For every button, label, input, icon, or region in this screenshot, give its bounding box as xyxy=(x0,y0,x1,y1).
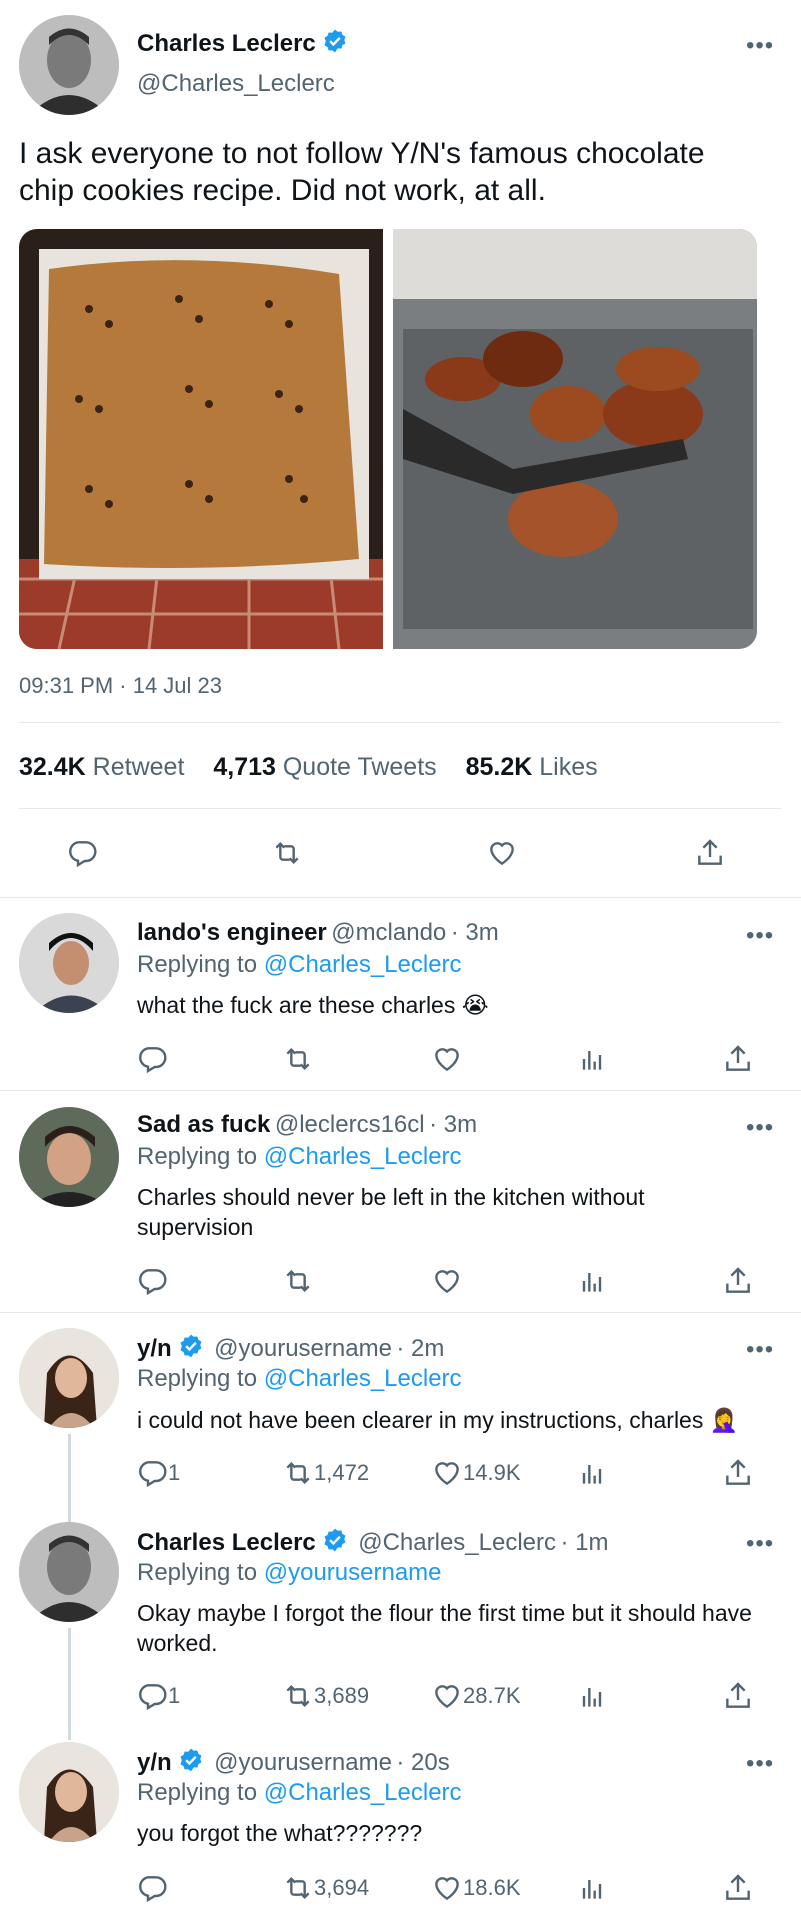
reply-avatar[interactable] xyxy=(19,913,119,1013)
reply-time[interactable]: · 2m xyxy=(396,1335,444,1362)
heart-icon[interactable]: 18.6K xyxy=(431,1872,521,1904)
replying-to: Replying to @Charles_Leclerc xyxy=(137,1779,462,1806)
retweet-icon[interactable] xyxy=(282,1265,314,1297)
reply-text: i could not have been clearer in my inst… xyxy=(137,1407,739,1433)
share-icon[interactable] xyxy=(722,1680,754,1712)
divider xyxy=(0,897,801,898)
reply-time[interactable]: · 20s xyxy=(396,1749,449,1776)
heart-icon[interactable]: 28.7K xyxy=(431,1680,521,1712)
retweet-icon[interactable]: 3,689 xyxy=(282,1680,369,1712)
burnt-cookies-photo[interactable] xyxy=(393,229,757,649)
reply-header: Sad as fuck @leclercs16cl · 3m xyxy=(137,1111,477,1139)
reply-time[interactable]: · 3m xyxy=(451,919,499,946)
more-icon[interactable]: ••• xyxy=(746,1338,774,1362)
share-icon[interactable] xyxy=(722,1043,754,1075)
retweet-icon[interactable] xyxy=(271,837,303,869)
analytics-icon[interactable] xyxy=(576,1457,608,1489)
reply-name[interactable]: Charles Leclerc xyxy=(137,1529,316,1556)
tweet-timestamp[interactable]: 09:31 PM · 14 Jul 23 xyxy=(19,673,222,699)
retweet-icon[interactable]: 3,694 xyxy=(282,1872,369,1904)
share-icon[interactable] xyxy=(722,1265,754,1297)
retweets-stat[interactable]: 32.4K Retweet xyxy=(19,753,184,781)
reply-name[interactable]: Sad as fuck xyxy=(137,1111,270,1138)
reply-avatar[interactable] xyxy=(19,1107,119,1207)
verified-badge-icon xyxy=(178,1333,204,1364)
reply-handle[interactable]: @yourusername xyxy=(214,1335,392,1362)
verified-badge-icon xyxy=(322,1527,348,1558)
reply-text: Okay maybe I forgot the flour the first … xyxy=(137,1600,752,1656)
reply-avatar[interactable] xyxy=(19,1742,119,1842)
reply-icon[interactable]: 1 xyxy=(136,1457,180,1489)
replying-to: Replying to @yourusername xyxy=(137,1559,442,1586)
tweet-stats: 32.4K Retweet 4,713 Quote Tweets 85.2K L… xyxy=(19,753,598,782)
likes-stat[interactable]: 85.2K Likes xyxy=(466,753,598,781)
divider xyxy=(19,722,781,723)
share-icon[interactable] xyxy=(722,1872,754,1904)
reply-time[interactable]: · 1m xyxy=(560,1529,608,1556)
verified-badge-icon xyxy=(178,1747,204,1778)
thread-connector xyxy=(68,1628,71,1740)
reply-avatar[interactable] xyxy=(19,1522,119,1622)
reply-name[interactable]: y/n xyxy=(137,1749,172,1776)
author-avatar[interactable] xyxy=(19,15,119,115)
cookie-sheet-photo[interactable] xyxy=(19,229,383,649)
divider xyxy=(0,1090,801,1091)
reply-handle[interactable]: @mclando xyxy=(331,919,446,946)
reply-icon[interactable] xyxy=(136,1043,168,1075)
reply-header: y/n @yourusername · 2m xyxy=(137,1333,444,1364)
more-icon[interactable]: ••• xyxy=(746,1752,774,1776)
analytics-icon[interactable] xyxy=(576,1680,608,1712)
share-icon[interactable] xyxy=(722,1457,754,1489)
analytics-icon[interactable] xyxy=(576,1265,608,1297)
replying-to: Replying to @Charles_Leclerc xyxy=(137,951,462,978)
heart-icon[interactable]: 14.9K xyxy=(431,1457,521,1489)
reply-handle[interactable]: @Charles_Leclerc xyxy=(358,1529,556,1556)
reply-name[interactable]: lando's engineer xyxy=(137,919,327,946)
reply-time[interactable]: · 3m xyxy=(429,1111,477,1138)
mention-link[interactable]: @Charles_Leclerc xyxy=(264,1143,462,1170)
retweet-icon[interactable] xyxy=(282,1043,314,1075)
heart-icon[interactable] xyxy=(431,1265,463,1297)
quotes-stat[interactable]: 4,713 Quote Tweets xyxy=(213,753,436,781)
reply-header: lando's engineer @mclando · 3m xyxy=(137,919,499,947)
more-icon[interactable]: ••• xyxy=(746,924,774,948)
reply-text: you forgot the what??????? xyxy=(137,1820,423,1846)
reply-header: y/n @yourusername · 20s xyxy=(137,1747,450,1778)
mention-link[interactable]: @Charles_Leclerc xyxy=(264,1779,462,1806)
verified-badge-icon xyxy=(322,28,348,59)
reply-handle[interactable]: @leclercs16cl xyxy=(275,1111,425,1138)
reply-icon[interactable] xyxy=(136,1265,168,1297)
replying-to: Replying to @Charles_Leclerc xyxy=(137,1143,462,1170)
reply-text: what the fuck are these charles 😭 xyxy=(137,992,489,1018)
reply-name[interactable]: y/n xyxy=(137,1335,172,1362)
mention-link[interactable]: @Charles_Leclerc xyxy=(264,1365,462,1392)
divider xyxy=(0,1312,801,1313)
thread-connector xyxy=(68,1434,71,1530)
share-icon[interactable] xyxy=(694,837,726,869)
mention-link[interactable]: @yourusername xyxy=(264,1559,442,1586)
analytics-icon[interactable] xyxy=(576,1043,608,1075)
reply-text: Charles should never be left in the kitc… xyxy=(137,1184,645,1240)
retweet-icon[interactable]: 1,472 xyxy=(282,1457,369,1489)
more-icon[interactable]: ••• xyxy=(746,1116,774,1140)
heart-icon[interactable] xyxy=(431,1043,463,1075)
replying-to: Replying to @Charles_Leclerc xyxy=(137,1365,462,1392)
analytics-icon[interactable] xyxy=(576,1872,608,1904)
reply-icon[interactable]: 1 xyxy=(136,1680,180,1712)
divider xyxy=(19,808,781,809)
author-handle[interactable]: @Charles_Leclerc xyxy=(137,70,335,98)
tweet-text: I ask everyone to not follow Y/N's famou… xyxy=(19,137,705,207)
reply-icon[interactable] xyxy=(136,1872,168,1904)
reply-icon[interactable] xyxy=(66,837,98,869)
reply-handle[interactable]: @yourusername xyxy=(214,1749,392,1776)
heart-icon[interactable] xyxy=(486,837,518,869)
reply-header: Charles Leclerc @Charles_Leclerc · 1m xyxy=(137,1527,608,1558)
author-name[interactable]: Charles Leclerc xyxy=(137,30,316,57)
reply-avatar[interactable] xyxy=(19,1328,119,1428)
mention-link[interactable]: @Charles_Leclerc xyxy=(264,951,462,978)
more-icon[interactable]: ••• xyxy=(746,1532,774,1556)
more-icon[interactable]: ••• xyxy=(746,34,774,58)
author-name-row: Charles Leclerc xyxy=(137,28,348,58)
